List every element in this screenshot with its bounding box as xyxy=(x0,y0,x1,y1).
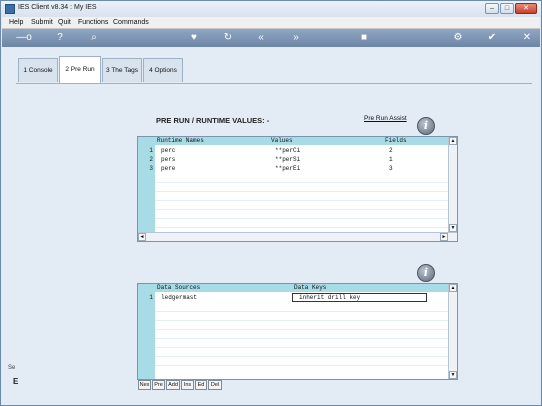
row-divider xyxy=(155,365,457,366)
grid-header: Data Sources Data Keys xyxy=(155,284,457,292)
row-divider xyxy=(155,209,457,210)
column-header-runtime-names: Runtime Names xyxy=(157,137,204,144)
menu-bar: Help Submit Quit Functions Commands xyxy=(2,17,540,29)
menu-submit[interactable]: Submit xyxy=(31,19,53,26)
refresh-icon[interactable]: ↻ xyxy=(222,32,234,44)
info-icon[interactable]: i xyxy=(417,264,435,282)
toolbar: —o ? ⌕ ♥ ↻ « » ■ ⚙ ✔ ✕ xyxy=(2,29,540,47)
row-divider xyxy=(155,338,457,339)
main-content: 1 Console 2 Pre Run 3 The Tags 4 Options… xyxy=(2,47,540,405)
runtime-name-cell[interactable]: pers xyxy=(161,155,175,164)
close-window-button[interactable]: ✕ xyxy=(515,3,537,14)
side-text-fragment: Se xyxy=(8,365,16,371)
check-icon[interactable]: ✔ xyxy=(486,32,498,44)
vertical-scrollbar[interactable]: ▲ ▼ xyxy=(448,284,457,379)
menu-commands[interactable]: Commands xyxy=(113,19,149,26)
table-row[interactable]: 1 perc **perCi 2 xyxy=(138,146,457,155)
app-window: IES Client v8.34 : My IES – □ ✕ Help Sub… xyxy=(0,0,542,406)
row-divider xyxy=(155,200,457,201)
maximize-button[interactable]: □ xyxy=(500,3,514,14)
heart-icon[interactable]: ♥ xyxy=(188,32,200,44)
tab-pre-run[interactable]: 2 Pre Run xyxy=(59,56,101,84)
row-number: 2 xyxy=(149,156,153,163)
edit-button[interactable]: Ed xyxy=(195,380,207,390)
side-text-fragment: E xyxy=(13,377,19,386)
vertical-scrollbar[interactable]: ▲ ▼ xyxy=(448,137,457,232)
search-icon[interactable]: ⌕ xyxy=(88,32,100,44)
runtime-name-cell[interactable]: perc xyxy=(161,146,175,155)
field-cell[interactable]: 1 xyxy=(389,155,393,164)
horizontal-scrollbar[interactable]: ◄ ► xyxy=(138,232,457,241)
row-divider xyxy=(155,320,457,321)
close-icon[interactable]: ✕ xyxy=(521,32,533,44)
value-cell[interactable]: **perEi xyxy=(275,164,300,173)
next-button[interactable]: Nex xyxy=(138,380,151,390)
key-icon[interactable]: —o xyxy=(14,32,34,44)
scroll-up-button[interactable]: ▲ xyxy=(449,284,457,292)
tab-the-tags[interactable]: 3 The Tags xyxy=(102,58,142,82)
row-number: 3 xyxy=(149,165,153,172)
scroll-left-button[interactable]: ◄ xyxy=(138,233,146,241)
row-divider xyxy=(155,227,457,228)
runtime-values-grid: Runtime Names Values Fields 1 perc **per… xyxy=(137,136,458,242)
runtime-name-cell[interactable]: pere xyxy=(161,164,175,173)
row-divider xyxy=(155,356,457,357)
field-cell[interactable]: 2 xyxy=(389,146,393,155)
row-divider xyxy=(155,311,457,312)
grid-header: Runtime Names Values Fields xyxy=(155,137,457,145)
data-source-cell[interactable]: ledgermast xyxy=(161,293,197,302)
pre-run-assist-link[interactable]: Pre Run Assist xyxy=(364,115,407,122)
scroll-up-button[interactable]: ▲ xyxy=(449,137,457,145)
rewind-icon[interactable]: « xyxy=(255,32,267,44)
row-divider xyxy=(155,191,457,192)
row-number: 1 xyxy=(149,147,153,154)
minimize-button[interactable]: – xyxy=(485,3,499,14)
add-button[interactable]: Add xyxy=(166,380,180,390)
tab-options[interactable]: 4 Options xyxy=(143,58,183,82)
app-icon xyxy=(5,4,15,14)
value-cell[interactable]: **perCi xyxy=(275,146,300,155)
section-title: PRE RUN / RUNTIME VALUES: - xyxy=(156,116,270,125)
column-header-fields: Fields xyxy=(385,137,407,144)
data-key-input[interactable]: inherit drill key xyxy=(292,293,427,302)
info-icon[interactable]: i xyxy=(417,117,435,135)
menu-help[interactable]: Help xyxy=(9,19,23,26)
column-header-data-sources: Data Sources xyxy=(157,284,201,291)
stop-icon[interactable]: ■ xyxy=(358,32,370,44)
table-row[interactable]: 2 pers **perSi 1 xyxy=(138,155,457,164)
title-bar: IES Client v8.34 : My IES – □ ✕ xyxy=(1,1,541,17)
scroll-right-button[interactable]: ► xyxy=(440,233,448,241)
settings-icon[interactable]: ⚙ xyxy=(452,32,464,44)
data-sources-grid: Data Sources Data Keys 1 ledgermast inhe… xyxy=(137,283,458,380)
column-header-values: Values xyxy=(271,137,293,144)
fast-forward-icon[interactable]: » xyxy=(290,32,302,44)
help-icon[interactable]: ? xyxy=(54,32,66,44)
menu-quit[interactable]: Quit xyxy=(58,19,71,26)
value-cell[interactable]: **perSi xyxy=(275,155,300,164)
column-header-data-keys: Data Keys xyxy=(294,284,327,291)
window-title: IES Client v8.34 : My IES xyxy=(18,4,97,11)
row-number: 1 xyxy=(149,294,153,301)
tab-console[interactable]: 1 Console xyxy=(18,58,58,82)
scroll-down-button[interactable]: ▼ xyxy=(449,371,457,379)
insert-button[interactable]: Ins xyxy=(181,380,194,390)
row-divider xyxy=(155,218,457,219)
scroll-down-button[interactable]: ▼ xyxy=(449,224,457,232)
row-divider xyxy=(155,329,457,330)
row-divider xyxy=(155,347,457,348)
field-cell[interactable]: 3 xyxy=(389,164,393,173)
previous-button[interactable]: Pre xyxy=(152,380,165,390)
row-divider xyxy=(155,182,457,183)
tab-divider xyxy=(16,83,532,84)
menu-functions[interactable]: Functions xyxy=(78,19,108,26)
delete-button[interactable]: Del xyxy=(208,380,222,390)
table-row[interactable]: 1 ledgermast inherit drill key xyxy=(138,293,457,302)
table-row[interactable]: 3 pere **perEi 3 xyxy=(138,164,457,173)
